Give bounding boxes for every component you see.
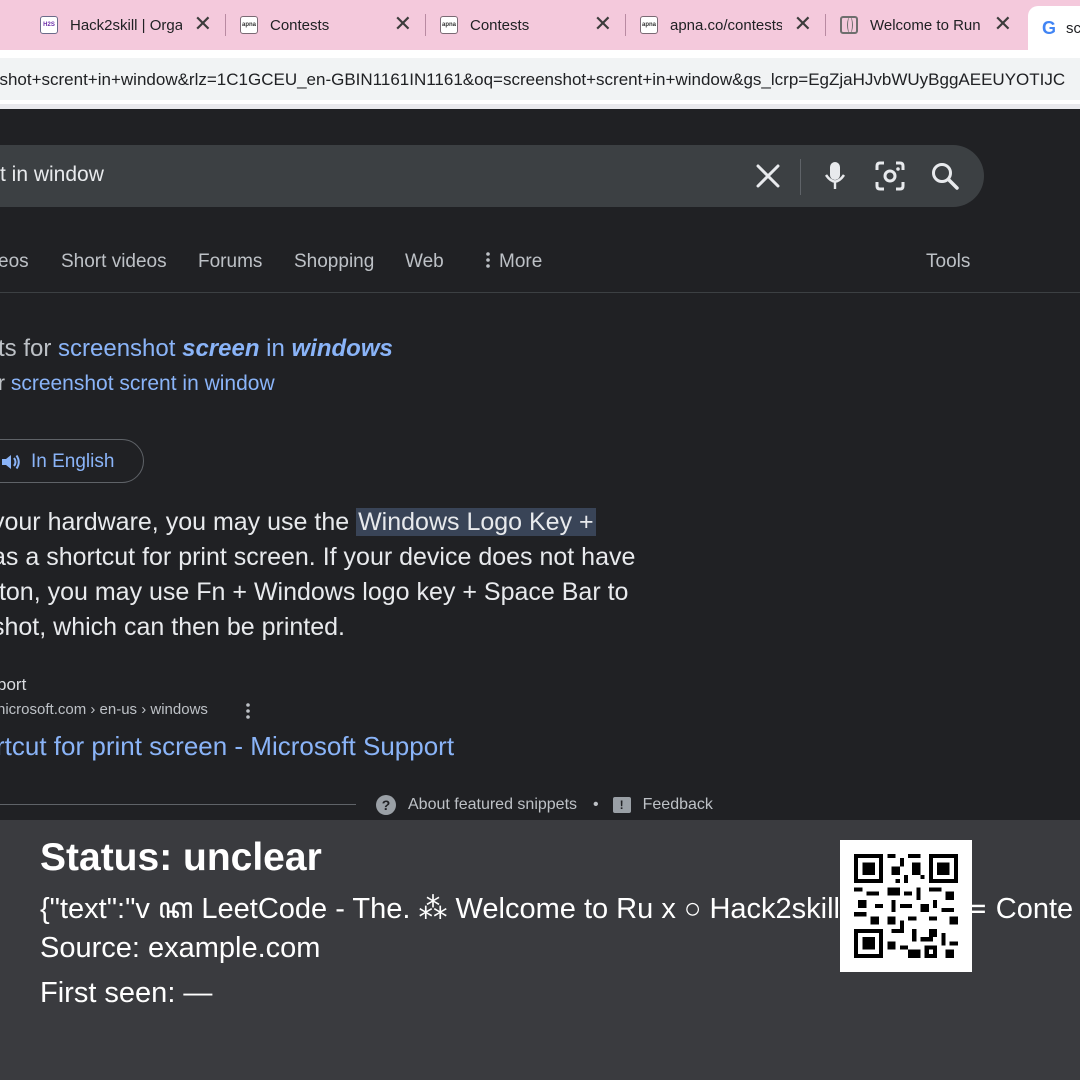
hack2skill-favicon-icon: H2S	[40, 16, 58, 34]
search-instead-prefix: r	[0, 372, 5, 395]
language-chip-label: In English	[31, 451, 115, 472]
search-nav-tabs: eos Short videos Forums Shopping Web Mor…	[0, 249, 1080, 293]
tab-title: Hack2skill | Orga	[70, 16, 182, 34]
tab-videos[interactable]: eos	[0, 251, 29, 273]
apna-favicon-icon: apna	[240, 16, 258, 34]
tab-close-icon[interactable]: ✕	[794, 13, 812, 35]
showing-results-for: ts for screenshot screen in windows	[0, 335, 393, 363]
tab-google-active[interactable]: G sc	[1028, 6, 1080, 50]
tab-contests-1[interactable]: apna Contests ✕	[240, 0, 426, 50]
snippet-footer-divider	[0, 804, 356, 805]
qr-code-icon	[854, 854, 958, 958]
snippet-line-3: tton, you may use Fn + Windows logo key …	[0, 578, 629, 606]
snippet-line-1: your hardware, you may use the Windows L…	[0, 505, 752, 540]
original-query-link[interactable]: screenshot scrent in window	[11, 372, 275, 395]
overlay-status: Status: unclear	[40, 836, 322, 879]
tab-forums[interactable]: Forums	[198, 251, 262, 273]
snippet-highlight: Windows Logo Key +	[356, 508, 596, 536]
tab-separator	[825, 14, 826, 36]
tab-more[interactable]: More	[483, 251, 542, 273]
search-icon[interactable]	[928, 158, 962, 194]
corrected-query-link-2[interactable]: screen	[182, 335, 259, 362]
clear-icon[interactable]	[750, 158, 786, 194]
speaker-icon	[2, 454, 20, 470]
corrected-query-link-4[interactable]: windows	[292, 335, 393, 362]
result-source-name: port	[0, 675, 27, 694]
apna-favicon-icon: apna	[640, 16, 658, 34]
tab-title: apna.co/contests	[670, 16, 782, 34]
tab-title: Contests	[470, 16, 530, 34]
help-icon: ?	[376, 795, 396, 815]
feedback-link[interactable]: Feedback	[643, 796, 713, 814]
tab-more-label: More	[499, 251, 543, 272]
feedback-icon: !	[612, 797, 631, 813]
tab-separator	[625, 14, 626, 36]
browser-tab-strip: ✕ H2S Hack2skill | Orga ✕ apna Contests …	[0, 0, 1080, 50]
tab-close-icon[interactable]: ✕	[994, 13, 1012, 35]
tab-contests-2[interactable]: apna Contests ✕	[440, 0, 626, 50]
overlay-first-seen: First seen: —	[40, 977, 213, 1009]
globe-icon	[840, 16, 858, 34]
corrected-query-link-1[interactable]: screenshot	[58, 335, 182, 362]
tools-button[interactable]: Tools	[926, 251, 970, 273]
tab-shopping[interactable]: Shopping	[294, 251, 374, 273]
search-instead-for: r screenshot scrent in window	[0, 372, 275, 396]
tab-title: Welcome to Run	[870, 16, 981, 34]
result-title-link[interactable]: rtcut for print screen - Microsoft Suppo…	[0, 731, 454, 762]
microphone-icon[interactable]	[820, 158, 850, 194]
tab-title: Contests	[270, 16, 330, 34]
result-options-icon[interactable]	[244, 701, 252, 721]
snippet-line-2: as a shortcut for print screen. If your …	[0, 543, 636, 571]
overlay-source: Source: example.com	[40, 932, 321, 964]
tab-welcome-run[interactable]: Welcome to Run ✕	[840, 0, 1026, 50]
snippet-text: your hardware, you may use the	[0, 508, 357, 536]
featured-snippet-text: your hardware, you may use the Windows L…	[0, 505, 752, 645]
tab-short-videos[interactable]: Short videos	[61, 251, 167, 273]
correction-prefix: ts for	[0, 335, 59, 362]
about-featured-snippets-link[interactable]: About featured snippets	[408, 796, 577, 814]
listen-language-chip[interactable]: In English	[0, 439, 144, 483]
tab-close-icon[interactable]: ✕	[394, 13, 412, 35]
snippet-line-4: shot, which can then be printed.	[0, 613, 346, 641]
search-box-divider	[800, 159, 801, 195]
address-bar-area: nshot+scrent+in+window&rlz=1C1GCEU_en-GB…	[0, 50, 1080, 104]
apna-favicon-icon: apna	[440, 16, 458, 34]
address-bar[interactable]: nshot+scrent+in+window&rlz=1C1GCEU_en-GB…	[0, 58, 1080, 100]
tab-close-icon[interactable]: ✕	[594, 13, 612, 35]
tab-separator	[425, 14, 426, 36]
footer-separator: •	[593, 796, 599, 813]
tab-close-icon[interactable]: ✕	[194, 13, 212, 35]
search-input[interactable]: t in window	[0, 163, 104, 187]
tab-title: sc	[1066, 19, 1080, 37]
info-overlay-panel: Status: unclear {"text":"v ꦏ LeetCode - …	[0, 820, 1080, 1080]
search-results-page: t in window eos Short videos Forums Shop…	[0, 109, 1080, 820]
tab-web[interactable]: Web	[405, 251, 444, 273]
google-favicon-icon: G	[1042, 17, 1057, 38]
more-vert-icon	[486, 252, 490, 268]
search-box[interactable]: t in window	[0, 145, 984, 207]
snippet-footer: ? About featured snippets • ! Feedback	[376, 795, 713, 815]
tab-apna-contests[interactable]: apna apna.co/contests ✕	[640, 0, 826, 50]
nav-divider	[0, 292, 1080, 293]
tab-separator	[225, 14, 226, 36]
result-source-url[interactable]: nicrosoft.com › en-us › windows	[0, 701, 208, 718]
qr-code	[840, 840, 972, 972]
google-lens-icon[interactable]	[873, 158, 907, 194]
tab-hack2skill[interactable]: H2S Hack2skill | Orga ✕	[40, 0, 226, 50]
corrected-query-link-3[interactable]: in	[259, 335, 291, 362]
address-bar-url[interactable]: nshot+scrent+in+window&rlz=1C1GCEU_en-GB…	[0, 70, 1070, 90]
